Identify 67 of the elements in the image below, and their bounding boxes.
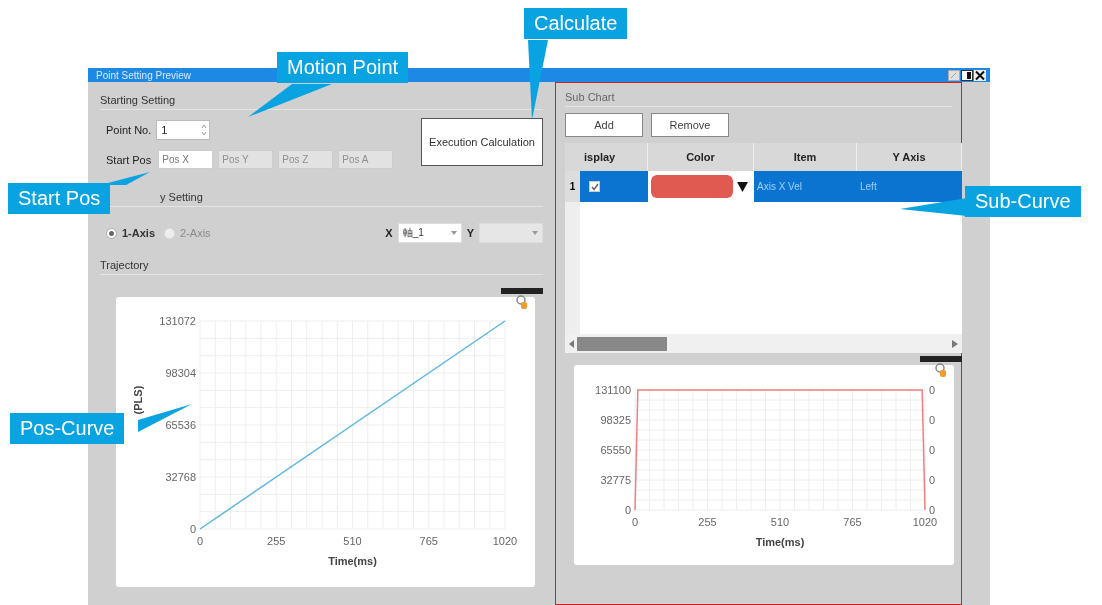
caret-icon bbox=[450, 231, 457, 235]
axis-dropdown[interactable]: 軸_1 bbox=[397, 223, 462, 243]
x-axis-title: Time(ms) bbox=[755, 536, 805, 548]
magnifier-icon[interactable] bbox=[934, 362, 948, 378]
y-axis-title: (PLS) bbox=[132, 385, 144, 415]
y-tick-label: 65550 bbox=[600, 444, 631, 456]
y-tick-label: 98304 bbox=[165, 367, 196, 379]
right-axis-tick-label: 0 bbox=[929, 474, 936, 486]
radio-label: 1-Axis bbox=[122, 227, 156, 239]
callout-label: Motion Point bbox=[277, 52, 409, 83]
right-axis-tick-label: 0 bbox=[929, 444, 936, 456]
y-tick-label: 0 bbox=[624, 504, 631, 516]
x-tick-label: 510 bbox=[343, 535, 362, 547]
toolbar-button[interactable]: Add bbox=[565, 113, 643, 137]
horizontal-scrollbar[interactable] bbox=[565, 334, 962, 353]
y-tick-label: 0 bbox=[189, 523, 196, 535]
x-axis-title: Time(ms) bbox=[328, 555, 377, 567]
row-number: 1 bbox=[565, 171, 580, 202]
y-tick-label: 32768 bbox=[165, 471, 196, 483]
group-title: Trajectory bbox=[100, 259, 543, 275]
y-tick-label: 131072 bbox=[159, 315, 196, 327]
right-axis-tick-label: 0 bbox=[929, 384, 936, 396]
x-tick-label: 0 bbox=[196, 535, 204, 547]
execution-calculation-button[interactable]: Execution Calculation bbox=[421, 117, 543, 166]
caret-icon bbox=[532, 231, 538, 235]
right-axis-tick-label: 0 bbox=[929, 414, 936, 426]
x-tick-label: 1020 bbox=[492, 535, 518, 547]
caret-icon bbox=[737, 181, 748, 192]
x-tick-label: 765 bbox=[843, 516, 862, 528]
callout-label: Pos-Curve bbox=[10, 413, 125, 444]
chart-toolbar-bar bbox=[501, 288, 543, 294]
x-tick-label: 255 bbox=[698, 516, 717, 528]
position-input-field[interactable]: Pos X bbox=[158, 150, 214, 169]
table-cell: Axis X Vel bbox=[754, 171, 857, 202]
right-axis-tick-label: 0 bbox=[929, 504, 936, 516]
x-tick-label: 765 bbox=[419, 535, 438, 547]
field-label: Y bbox=[466, 227, 474, 239]
window-title: Point Setting Preview bbox=[96, 69, 192, 81]
field-label: Point No. bbox=[106, 124, 152, 136]
restore-icon[interactable] bbox=[961, 69, 973, 81]
scroll-right-icon[interactable] bbox=[952, 339, 958, 348]
magnifier-icon[interactable] bbox=[515, 294, 529, 310]
x-tick-label: 0 bbox=[631, 516, 639, 528]
y-tick-label: 131100 bbox=[595, 384, 631, 396]
x-tick-label: 1020 bbox=[912, 516, 938, 528]
field-label: X bbox=[385, 227, 393, 239]
callout-pointer bbox=[900, 198, 967, 216]
x-tick-label: 510 bbox=[770, 516, 790, 528]
checkbox[interactable] bbox=[589, 181, 600, 192]
table-cell[interactable] bbox=[580, 171, 648, 202]
spin-arrows-icon[interactable] bbox=[201, 124, 208, 136]
y-tick-label: 32775 bbox=[600, 474, 631, 486]
group-title: Sub Chart bbox=[565, 91, 952, 107]
x-tick-label: 255 bbox=[267, 535, 286, 547]
y-tick-label: 65536 bbox=[165, 419, 196, 431]
radio-label: 2-Axis bbox=[180, 227, 211, 239]
scrollbar-thumb[interactable] bbox=[577, 336, 667, 351]
close-icon[interactable] bbox=[974, 69, 986, 81]
y-tick-label: 98325 bbox=[600, 414, 631, 426]
table-cell: Left bbox=[857, 171, 962, 202]
point-number-spinbox[interactable]: 1 bbox=[156, 120, 211, 140]
field-label: Start Pos bbox=[106, 153, 152, 166]
chart-toolbar-bar bbox=[920, 356, 962, 362]
radio-button[interactable] bbox=[106, 227, 117, 239]
toolbar-button[interactable]: Remove bbox=[651, 113, 729, 137]
scroll-left-icon[interactable] bbox=[569, 339, 575, 348]
callout-label: Start Pos bbox=[8, 183, 111, 214]
